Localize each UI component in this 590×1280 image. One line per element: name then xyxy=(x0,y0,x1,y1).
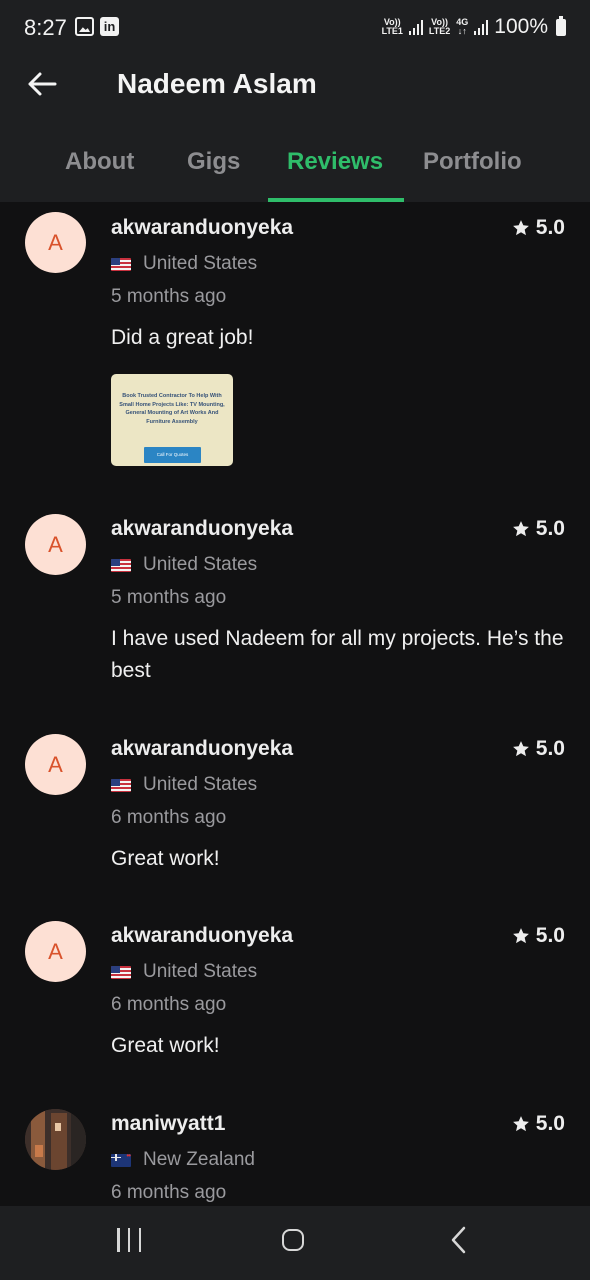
review-time: 6 months ago xyxy=(111,994,227,1015)
arrow-left-icon xyxy=(28,72,57,96)
review-rating: 5.0 xyxy=(512,924,565,948)
us-flag-icon xyxy=(111,558,131,572)
active-tab-indicator xyxy=(268,198,404,202)
sim2-indicator: Vo)) LTE2 xyxy=(428,17,451,36)
tab-reviews[interactable]: Reviews xyxy=(287,148,383,176)
page-title: Nadeem Aslam xyxy=(117,68,317,99)
star-icon xyxy=(512,521,529,537)
rating-value: 5.0 xyxy=(535,216,565,239)
review-time: 6 months ago xyxy=(111,807,227,828)
reviewer-name[interactable]: maniwyatt1 xyxy=(111,1112,225,1136)
status-bar: 8:27 in Vo)) LTE1 Vo)) LTE2 4G ↓↑ 100% xyxy=(0,0,590,56)
rating-value: 5.0 xyxy=(535,517,565,540)
signal-icon xyxy=(474,19,489,35)
linkedin-notification-icon: in xyxy=(100,17,119,36)
status-indicators: Vo)) LTE1 Vo)) LTE2 4G ↓↑ 100% xyxy=(382,15,566,39)
reviewer-name[interactable]: akwaranduonyeka xyxy=(111,216,293,240)
user-photo-icon xyxy=(25,1109,86,1170)
review-comment: Great work! xyxy=(111,1034,220,1057)
network-type: 4G ↓↑ xyxy=(456,17,469,36)
avatar[interactable]: A xyxy=(25,921,86,982)
reviewer-country: New Zealand xyxy=(111,1149,255,1171)
nz-flag-icon xyxy=(111,1153,131,1167)
reviewer-country: United States xyxy=(111,554,257,576)
review-comment: Great work! xyxy=(111,847,220,870)
country-name: New Zealand xyxy=(143,1149,255,1170)
tab-gigs[interactable]: Gigs xyxy=(187,148,240,176)
star-icon xyxy=(512,928,529,944)
reviewer-name[interactable]: akwaranduonyeka xyxy=(111,517,293,541)
recents-icon xyxy=(117,1228,120,1252)
reviewer-name[interactable]: akwaranduonyeka xyxy=(111,737,293,761)
gallery-notification-icon xyxy=(75,17,94,36)
rating-value: 5.0 xyxy=(535,1112,565,1135)
avatar[interactable] xyxy=(25,1109,86,1170)
rating-value: 5.0 xyxy=(535,737,565,760)
rating-value: 5.0 xyxy=(535,924,565,947)
reviewer-country: United States xyxy=(111,774,257,796)
star-icon xyxy=(512,741,529,757)
review-item: maniwyatt1 5.0 New Zealand 6 months ago xyxy=(0,1109,590,1206)
country-name: United States xyxy=(143,961,258,982)
review-time: 5 months ago xyxy=(111,587,227,608)
star-icon xyxy=(512,220,529,236)
reviewer-country: United States xyxy=(111,961,257,983)
review-rating: 5.0 xyxy=(512,517,565,541)
chevron-left-icon xyxy=(451,1226,466,1254)
review-comment: I have used Nadeem for all my projects. … xyxy=(111,627,564,682)
recent-apps-button[interactable] xyxy=(117,1228,141,1252)
battery-icon xyxy=(556,15,566,36)
system-back-button[interactable] xyxy=(450,1226,468,1259)
avatar[interactable]: A xyxy=(25,514,86,575)
country-name: United States xyxy=(143,554,258,575)
star-icon xyxy=(512,1116,529,1132)
tab-portfolio[interactable]: Portfolio xyxy=(423,148,522,176)
review-time: 6 months ago xyxy=(111,1182,227,1203)
reviewer-country: United States xyxy=(111,253,257,275)
attachment-text: Book Trusted Contractor To Help With Sma… xyxy=(119,393,225,425)
avatar[interactable]: A xyxy=(25,734,86,795)
review-comment: Did a great job! xyxy=(111,326,254,349)
app-bar: Nadeem Aslam About Gigs Reviews Portfoli… xyxy=(0,56,590,202)
battery-percent: 100% xyxy=(494,15,548,38)
us-flag-icon xyxy=(111,257,131,271)
reviewer-name[interactable]: akwaranduonyeka xyxy=(111,924,293,948)
back-button[interactable] xyxy=(22,68,64,100)
system-nav-bar xyxy=(0,1206,590,1280)
attachment-button-text: Call For Quotes xyxy=(144,447,201,463)
signal-icon xyxy=(408,19,423,35)
review-rating: 5.0 xyxy=(512,216,565,240)
us-flag-icon xyxy=(111,778,131,792)
avatar[interactable]: A xyxy=(25,212,86,273)
sim1-indicator: Vo)) LTE1 xyxy=(381,17,403,36)
country-name: United States xyxy=(143,774,258,795)
review-rating: 5.0 xyxy=(512,1112,565,1136)
status-time: 8:27 xyxy=(24,15,67,40)
us-flag-icon xyxy=(111,965,131,979)
tab-about[interactable]: About xyxy=(65,148,134,176)
home-button[interactable] xyxy=(282,1229,304,1251)
review-attachment-image[interactable]: Book Trusted Contractor To Help With Sma… xyxy=(111,374,233,466)
review-time: 5 months ago xyxy=(111,286,227,307)
review-rating: 5.0 xyxy=(512,737,565,761)
country-name: United States xyxy=(143,253,258,274)
